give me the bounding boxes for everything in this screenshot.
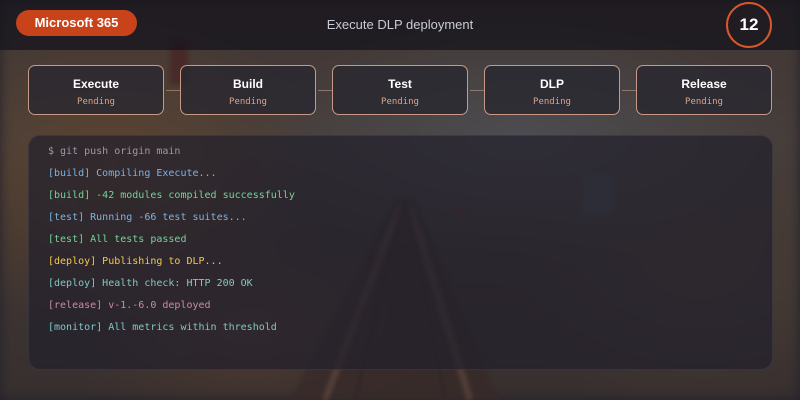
stage-execute[interactable]: Execute Pending bbox=[28, 65, 164, 115]
stage-status: Pending bbox=[77, 97, 115, 107]
stage-status: Pending bbox=[381, 97, 419, 107]
stage-build[interactable]: Build Pending bbox=[180, 65, 316, 115]
stage-release[interactable]: Release Pending bbox=[636, 65, 772, 115]
terminal-log-line: [release] v-1.-6.0 deployed bbox=[48, 300, 211, 311]
page-title: Execute DLP deployment bbox=[326, 17, 474, 32]
step-counter-badge: 12 bbox=[726, 2, 772, 48]
stage-name: Execute bbox=[72, 77, 120, 91]
pipeline-stages: Execute Pending Build Pending Test Pendi… bbox=[28, 65, 773, 117]
stage-status: Pending bbox=[685, 97, 723, 107]
stage-connector bbox=[318, 90, 332, 91]
terminal-log-line: [test] All tests passed bbox=[48, 234, 187, 245]
top-bar: Microsoft 365 Execute DLP deployment 12 bbox=[0, 0, 800, 50]
terminal-log-line: [deploy] Publishing to DLP... bbox=[48, 256, 223, 267]
terminal-log-line: [build] Compiling Execute... bbox=[48, 168, 217, 179]
stage-dlp[interactable]: DLP Pending bbox=[484, 65, 620, 115]
stage-status: Pending bbox=[229, 97, 267, 107]
terminal-output-panel[interactable]: $ git push origin main [build] Compiling… bbox=[28, 135, 773, 370]
stage-name: Test bbox=[388, 77, 412, 91]
terminal-command-line: $ git push origin main bbox=[48, 146, 181, 157]
stage-name: Build bbox=[233, 77, 263, 91]
terminal-log-line: [deploy] Health check: HTTP 200 OK bbox=[48, 278, 253, 289]
stage-connector bbox=[622, 90, 636, 91]
stage-name: DLP bbox=[540, 77, 564, 91]
stage-connector bbox=[470, 90, 484, 91]
stage-status: Pending bbox=[533, 97, 571, 107]
stage-name: Release bbox=[681, 77, 727, 91]
terminal-log-line: [monitor] All metrics within threshold bbox=[48, 322, 277, 333]
terminal-log-line: [build] -42 modules compiled successfull… bbox=[48, 190, 295, 201]
stage-connector bbox=[166, 90, 180, 91]
stage-test[interactable]: Test Pending bbox=[332, 65, 468, 115]
terminal-log-line: [test] Running -66 test suites... bbox=[48, 212, 247, 223]
